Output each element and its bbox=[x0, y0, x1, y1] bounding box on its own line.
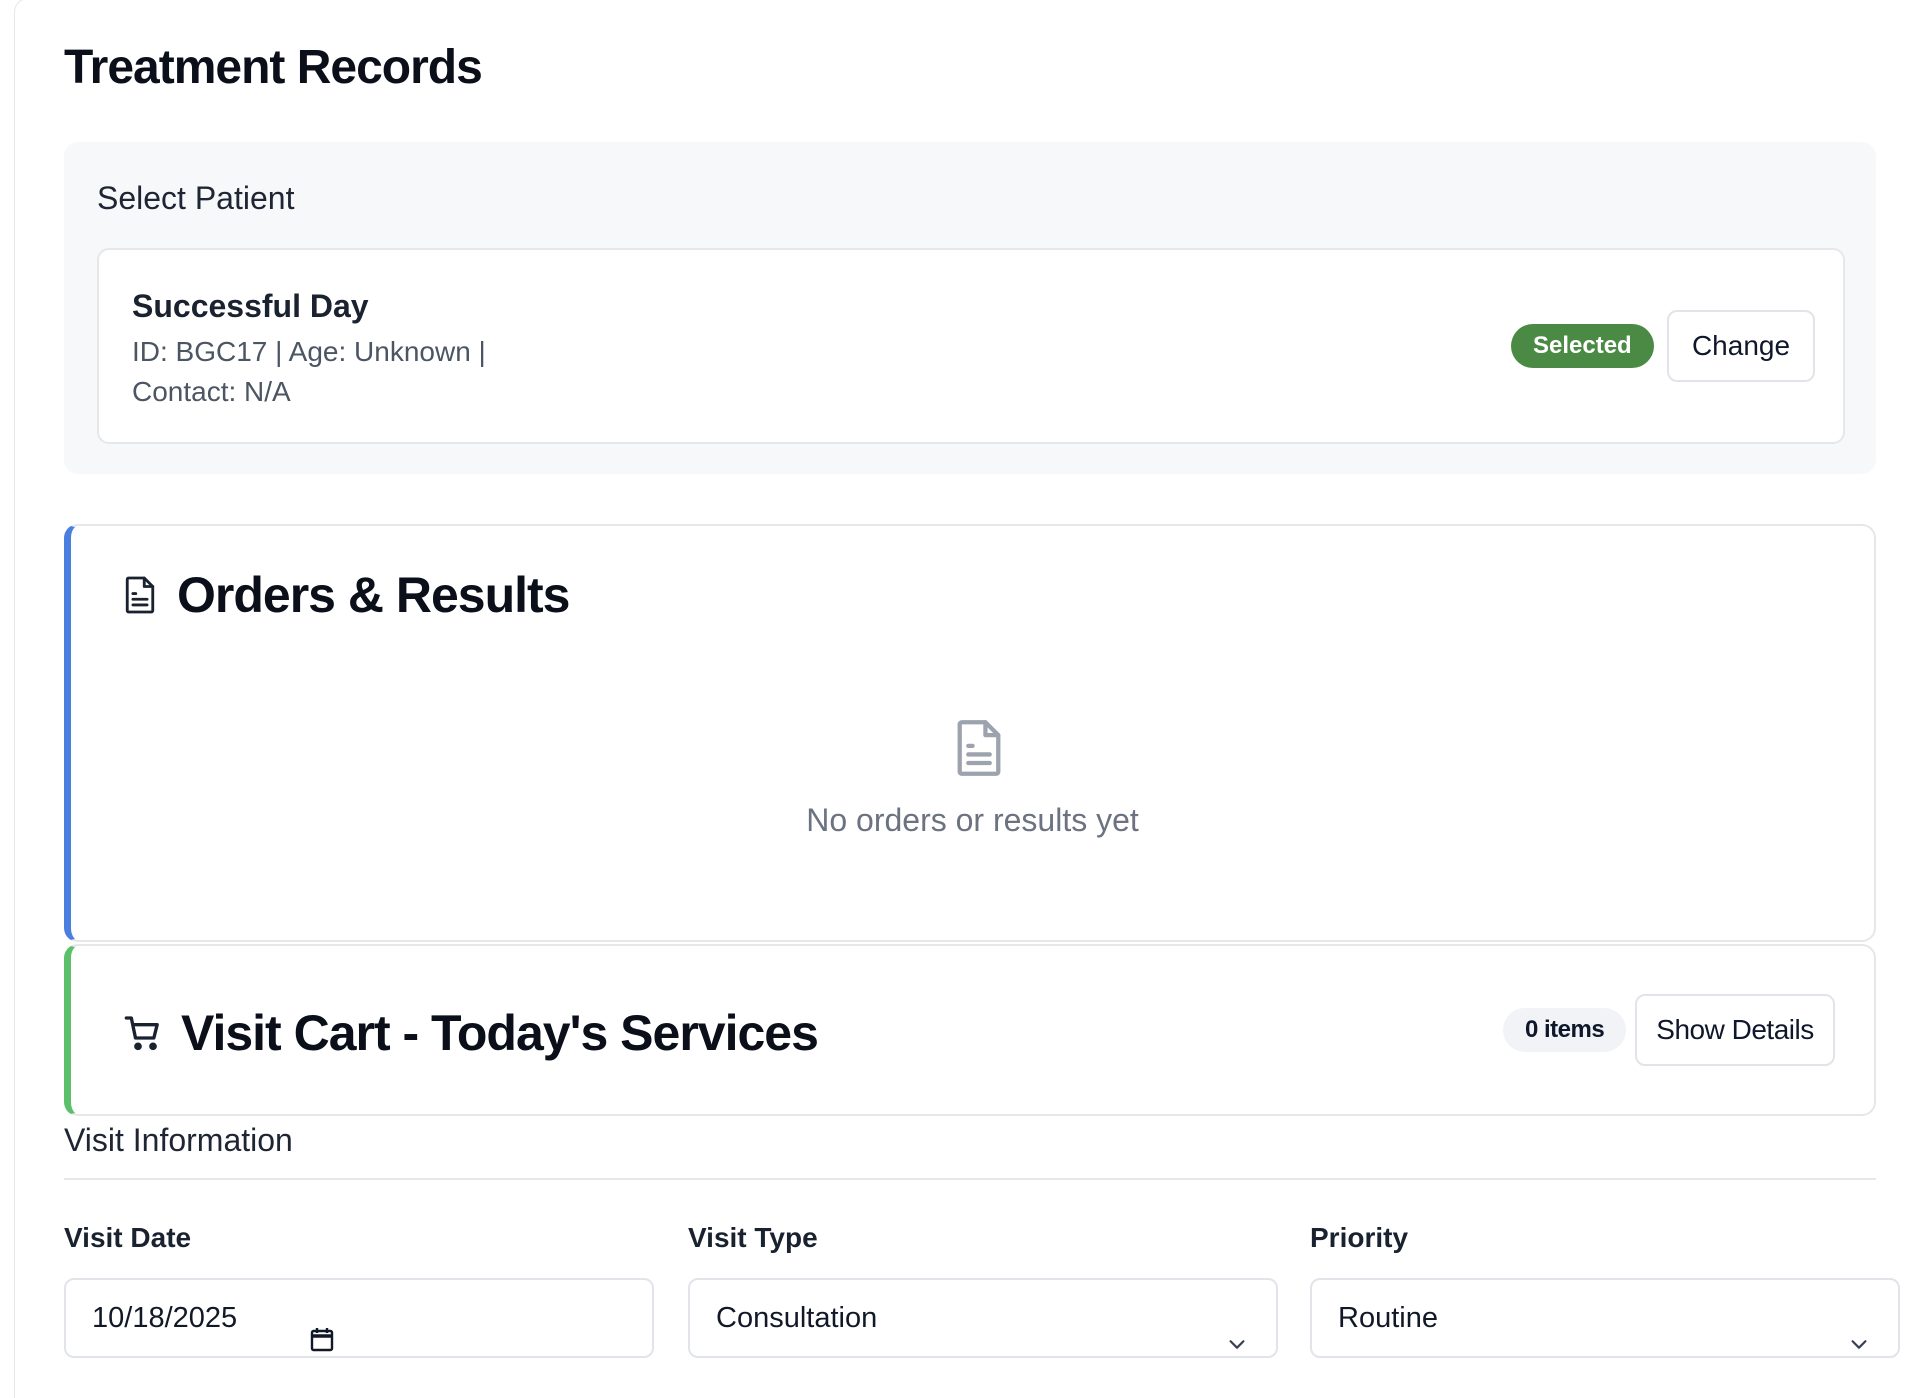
patient-contact: Contact: N/A bbox=[132, 376, 291, 407]
change-patient-button[interactable]: Change bbox=[1667, 310, 1815, 382]
treatment-records-page: Treatment Records Select Patient Success… bbox=[64, 0, 1900, 1378]
visit-type-label: Visit Type bbox=[688, 1222, 818, 1253]
patient-details: ID: BGC17 | Age: Unknown | Contact: N/A bbox=[132, 332, 486, 412]
show-details-button[interactable]: Show Details bbox=[1635, 994, 1835, 1066]
chevron-down-icon bbox=[1226, 1308, 1248, 1349]
page-title: Treatment Records bbox=[64, 41, 483, 94]
orders-empty-message: No orders or results yet bbox=[806, 802, 1139, 838]
selected-status-badge: Selected bbox=[1511, 324, 1654, 368]
calendar-icon[interactable] bbox=[310, 1306, 334, 1352]
select-patient-heading: Select Patient bbox=[97, 180, 295, 216]
orders-header: Orders & Results bbox=[123, 566, 570, 624]
select-patient-panel: Select Patient Successful Day ID: BGC17 … bbox=[64, 142, 1876, 474]
visit-information-heading: Visit Information bbox=[64, 1122, 293, 1158]
selected-patient-card: Successful Day ID: BGC17 | Age: Unknown … bbox=[97, 248, 1845, 444]
cart-items-badge: 0 items bbox=[1503, 1008, 1627, 1052]
visit-date-label: Visit Date bbox=[64, 1222, 192, 1253]
priority-select[interactable]: Routine bbox=[1310, 1278, 1900, 1358]
patient-name: Successful Day bbox=[132, 288, 369, 324]
patient-id-age: ID: BGC17 | Age: Unknown | bbox=[132, 336, 486, 367]
visit-date-input[interactable]: 10/18/2025 bbox=[64, 1278, 654, 1358]
cart-header: Visit Cart - Today's Services bbox=[123, 1004, 819, 1062]
chevron-down-icon bbox=[1848, 1308, 1870, 1349]
document-icon bbox=[123, 575, 157, 615]
visit-cart-card: Visit Cart - Today's Services 0 items Sh… bbox=[64, 944, 1876, 1116]
orders-title: Orders & Results bbox=[177, 567, 570, 623]
cart-icon bbox=[123, 1013, 163, 1053]
orders-results-card: Orders & Results No orders or results ye… bbox=[64, 524, 1876, 942]
divider bbox=[64, 1178, 1876, 1180]
visit-type-value: Consultation bbox=[716, 1302, 878, 1334]
priority-value: Routine bbox=[1338, 1302, 1438, 1334]
priority-label: Priority bbox=[1310, 1222, 1409, 1253]
empty-document-icon bbox=[953, 718, 1005, 778]
cart-title: Visit Cart - Today's Services bbox=[181, 1005, 819, 1061]
visit-date-value: 10/18/2025 bbox=[92, 1302, 238, 1334]
visit-type-select[interactable]: Consultation bbox=[688, 1278, 1278, 1358]
